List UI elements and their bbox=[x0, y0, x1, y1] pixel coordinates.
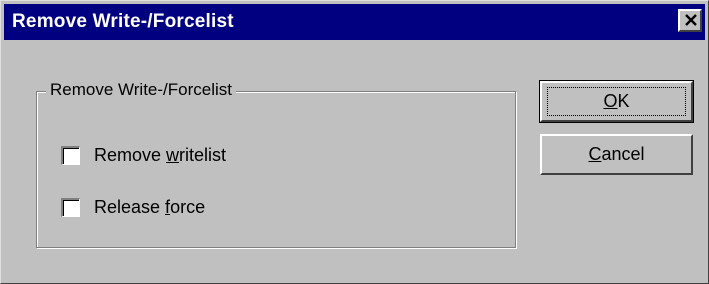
remove-writelist-option[interactable]: Remove writelist bbox=[61, 142, 226, 168]
groupbox-legend: Remove Write-/Forcelist bbox=[46, 80, 236, 100]
options-groupbox bbox=[36, 91, 516, 248]
window-title: Remove Write-/Forcelist bbox=[12, 11, 234, 32]
cancel-button[interactable]: Cancel bbox=[540, 134, 693, 175]
release-force-checkbox[interactable] bbox=[61, 197, 80, 217]
close-icon bbox=[685, 14, 697, 26]
remove-writelist-label[interactable]: Remove writelist bbox=[94, 145, 226, 166]
focus-ring bbox=[547, 87, 686, 116]
release-force-option[interactable]: Release force bbox=[61, 194, 205, 220]
close-button[interactable] bbox=[678, 9, 702, 32]
ok-button[interactable]: OK bbox=[539, 80, 694, 123]
release-force-label[interactable]: Release force bbox=[94, 197, 205, 218]
title-bar[interactable]: Remove Write-/Forcelist bbox=[4, 4, 705, 40]
cancel-button-label: Cancel bbox=[588, 144, 645, 164]
remove-writelist-checkbox[interactable] bbox=[61, 145, 80, 165]
